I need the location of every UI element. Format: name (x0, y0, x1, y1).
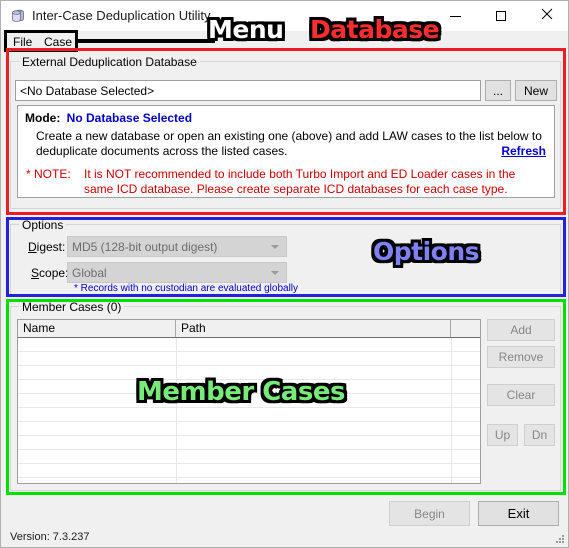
table-row[interactable] (18, 422, 480, 436)
column-header-path[interactable]: Path (176, 320, 451, 337)
remove-button[interactable]: Remove (487, 346, 555, 368)
scope-select[interactable]: Global (67, 262, 287, 283)
database-path-input[interactable]: <No Database Selected> (15, 80, 481, 101)
table-row[interactable] (18, 338, 480, 352)
options-group-legend: Options (19, 218, 67, 232)
move-up-button[interactable]: Up (487, 424, 518, 446)
close-icon (541, 8, 553, 23)
digest-select[interactable]: MD5 (128-bit output digest) (67, 236, 287, 257)
add-button[interactable]: Add (487, 319, 555, 341)
table-row[interactable] (18, 436, 480, 450)
resize-grip[interactable] (553, 533, 565, 545)
move-down-button[interactable]: Dn (524, 424, 555, 446)
table-row[interactable] (18, 478, 480, 483)
new-database-button[interactable]: New (515, 80, 557, 101)
member-cases-group-legend: Member Cases (0) (19, 300, 125, 314)
table-row[interactable] (18, 352, 480, 366)
mode-value: No Database Selected (66, 111, 193, 125)
external-database-group-legend: External Deduplication Database (19, 55, 200, 69)
table-gridline-vertical (451, 338, 452, 483)
digest-label: Digest: (28, 240, 66, 254)
note-label: * NOTE: (26, 167, 71, 181)
refresh-link[interactable]: Refresh (501, 144, 546, 158)
scope-label: Scope: (31, 266, 69, 280)
table-gridline-vertical (176, 338, 177, 483)
column-header-extra[interactable] (451, 320, 480, 337)
member-cases-table[interactable]: Name Path (17, 319, 481, 484)
minimize-button[interactable] (432, 1, 478, 30)
app-window: Inter-Case Deduplication Utility File Ca… (0, 0, 569, 548)
mode-line: Mode: No Database Selected (25, 111, 192, 125)
table-row[interactable] (18, 394, 480, 408)
custodian-note: * Records with no custodian are evaluate… (74, 283, 299, 294)
scope-select-value: Global (72, 266, 107, 280)
column-header-name[interactable]: Name (18, 320, 176, 337)
menu-bar: File Case (1, 31, 568, 51)
close-button[interactable] (524, 1, 568, 30)
browse-database-button[interactable]: ... (485, 80, 511, 101)
database-info-panel: Mode: No Database Selected Create a new … (17, 105, 555, 198)
chevron-down-icon (271, 244, 279, 249)
menu-case[interactable]: Case (39, 34, 77, 50)
exit-button[interactable]: Exit (478, 501, 559, 526)
database-stack-icon (10, 8, 26, 24)
version-label: Version: 7.3.237 (10, 531, 90, 543)
table-row[interactable] (18, 366, 480, 380)
table-header-row: Name Path (18, 320, 480, 338)
menu-file[interactable]: File (8, 34, 37, 50)
table-row[interactable] (18, 464, 480, 478)
title-bar: Inter-Case Deduplication Utility (1, 1, 568, 32)
window-title: Inter-Case Deduplication Utility (32, 8, 211, 23)
chevron-down-icon (271, 270, 279, 275)
maximize-button[interactable] (478, 1, 524, 30)
mode-label: Mode: (25, 111, 61, 125)
maximize-icon (496, 10, 506, 21)
table-row[interactable] (18, 450, 480, 464)
clear-button[interactable]: Clear (487, 384, 555, 406)
table-row[interactable] (18, 408, 480, 422)
table-row[interactable] (18, 380, 480, 394)
minimize-icon (449, 15, 461, 17)
table-body (18, 338, 480, 483)
begin-button[interactable]: Begin (389, 501, 470, 526)
database-info-text: Create a new database or open an existin… (36, 129, 542, 158)
note-text: It is NOT recommended to include both Tu… (84, 167, 516, 196)
digest-select-value: MD5 (128-bit output digest) (72, 240, 218, 254)
